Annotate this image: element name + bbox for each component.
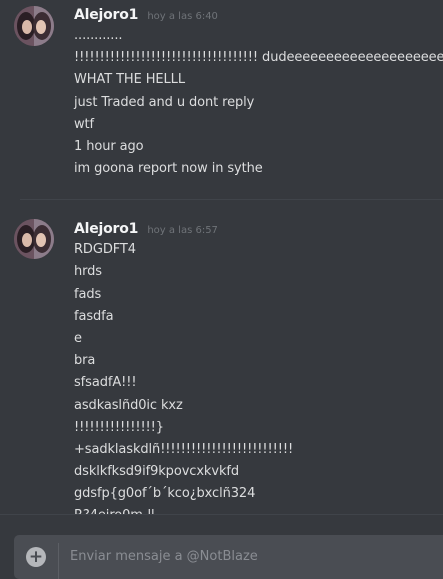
message-line: +sadklaskdlñ!!!!!!!!!!!!!!!!!!!!!!!!!! <box>74 442 294 457</box>
message-line: !!!!!!!!!!!!!!!!!!!!!!!!!!!!!!!!!!!! dud… <box>74 50 443 65</box>
composer-separator <box>58 543 59 579</box>
message-line: !!!!!!!!!!!!!!!!} <box>74 420 164 435</box>
username[interactable]: Alejoro1 <box>74 221 138 237</box>
message-list: Alejoro1 hoy a las 6:40 ............ !!!… <box>0 0 443 514</box>
message-composer[interactable]: + Enviar mensaje a @NotBlaze <box>14 535 443 579</box>
username[interactable]: Alejoro1 <box>74 7 138 23</box>
message-line: R?4ejro0m-ll <box>74 505 155 514</box>
message-header: Alejoro1 hoy a las 6:57 <box>74 218 218 238</box>
message-line: hrds <box>74 264 102 279</box>
timestamp: hoy a las 6:40 <box>147 11 218 22</box>
message-line: WHAT THE HELLL <box>74 72 185 87</box>
composer-divider <box>0 514 443 515</box>
message-line: wtf <box>74 117 95 132</box>
plus-icon: + <box>28 547 44 567</box>
message-line: fasdfa <box>74 309 114 324</box>
message-line: 1 hour ago <box>74 139 144 154</box>
add-attachment-button[interactable]: + <box>26 547 46 567</box>
message-line: RDGDFT4 <box>74 242 136 257</box>
message-line: dsklkfksd9if9kpovcxkvkfd <box>74 464 240 479</box>
avatar[interactable] <box>14 6 54 46</box>
message-divider <box>20 199 443 200</box>
message-line: fads <box>74 287 102 302</box>
avatar[interactable] <box>14 219 54 259</box>
message-line: im goona report now in sythe <box>74 161 263 176</box>
message-line: sfsadfA!!! <box>74 375 137 390</box>
avatar-image <box>14 219 54 259</box>
message-line: ............ <box>74 28 123 43</box>
message-line: e <box>74 331 82 346</box>
message-header: Alejoro1 hoy a las 6:40 <box>74 4 218 24</box>
message-input[interactable]: Enviar mensaje a @NotBlaze <box>70 549 258 564</box>
timestamp: hoy a las 6:57 <box>147 225 218 236</box>
message-line: gdsfp{g0of´b´kco¿bxclñ324 <box>74 486 256 501</box>
message-line: just Traded and u dont reply <box>74 95 255 110</box>
avatar-image <box>14 6 54 46</box>
message-line: asdkaslñd0ic kxz <box>74 398 183 413</box>
message-line: bra <box>74 353 96 368</box>
